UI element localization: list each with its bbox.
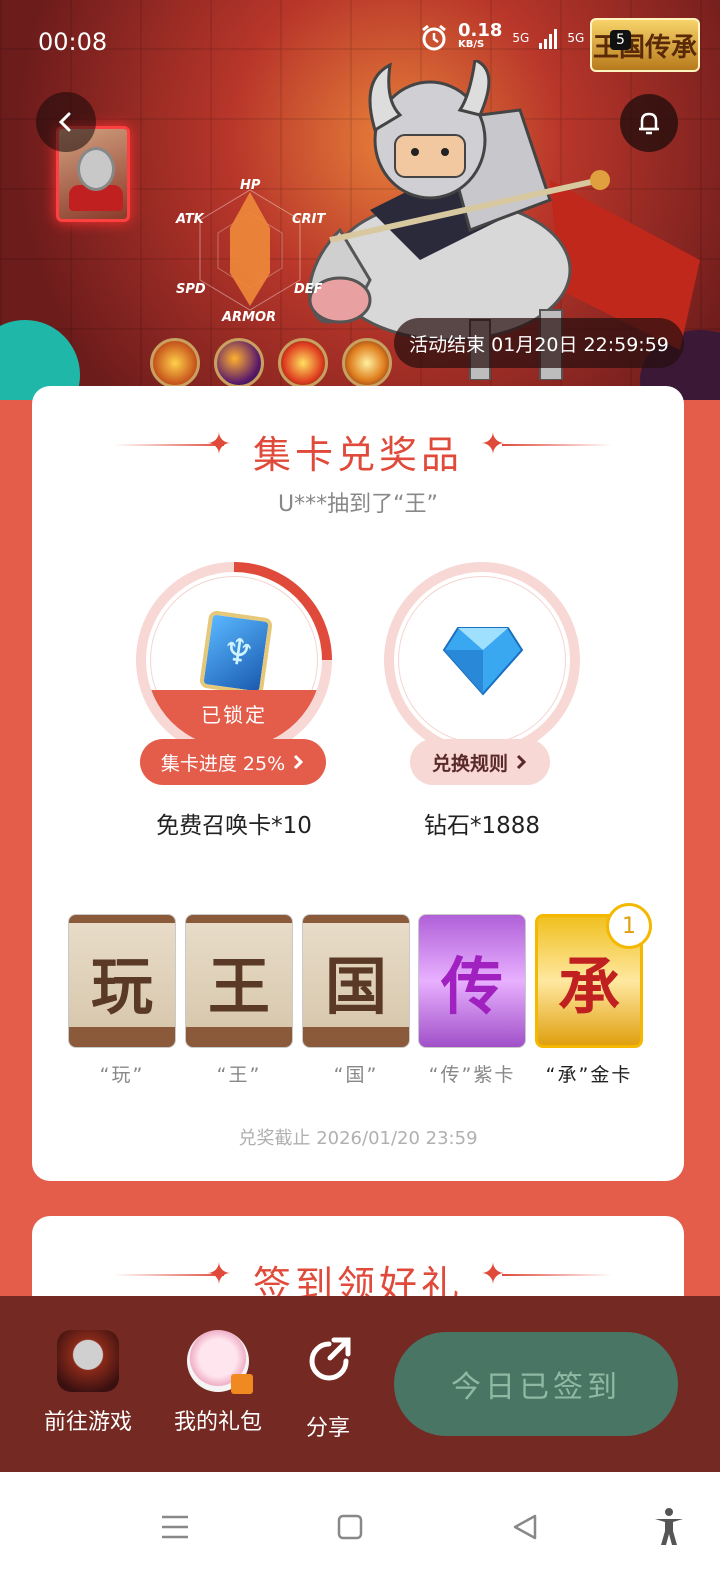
hero-banner: HP CRIT DEF ARMOR SPD ATK 活动结束 01月20日 22… xyxy=(0,0,720,400)
accessibility-button[interactable] xyxy=(644,1502,694,1552)
chevron-right-icon xyxy=(294,754,304,770)
signal-1-icon xyxy=(539,27,558,49)
go-to-game-button[interactable]: 前往游戏 xyxy=(36,1330,140,1436)
skill-flame-icon[interactable] xyxy=(342,338,392,388)
letter-card-guo[interactable]: 国 xyxy=(302,914,410,1048)
letter-card-wan[interactable]: 玩 xyxy=(68,914,176,1048)
game-app-icon xyxy=(57,1330,119,1392)
triangle-back-icon xyxy=(513,1514,537,1540)
redeem-deadline: 兑奖截止 2026/01/20 23:59 xyxy=(238,1128,478,1149)
status-icons: 0.18 KB/S 5G 5G xyxy=(420,22,613,52)
game-logo-text: 王国传承 xyxy=(592,32,697,63)
menu-button[interactable] xyxy=(150,1502,200,1552)
gift-avatar-icon xyxy=(187,1330,253,1394)
home-button[interactable] xyxy=(325,1502,375,1552)
letter-card-char: 国 xyxy=(324,950,387,1023)
exchange-rules-label: 兑换规则 xyxy=(431,752,508,775)
stat-crit-label: CRIT xyxy=(292,212,326,227)
skill-burst-icon[interactable] xyxy=(278,338,328,388)
event-end-countdown: 活动结束 01月20日 22:59:59 xyxy=(394,318,684,368)
letter-label-guo: “国” xyxy=(333,1064,379,1086)
signal-2-label: 5G xyxy=(567,31,585,45)
stat-def-label: DEF xyxy=(294,282,323,297)
stat-armor-label: ARMOR xyxy=(222,310,277,325)
my-gifts-button[interactable]: 我的礼包 xyxy=(166,1330,270,1436)
stat-atk-label: ATK xyxy=(176,212,204,227)
go-to-game-label: 前往游戏 xyxy=(43,1410,132,1435)
letter-card-char: 玩 xyxy=(90,950,153,1023)
skill-moon-icon[interactable] xyxy=(214,338,264,388)
collect-progress-label: 集卡进度 25% xyxy=(160,752,286,775)
signal-1-label: 5G xyxy=(512,31,530,45)
prize-1-name: 免费召唤卡*10 xyxy=(156,813,312,839)
letter-label-chuan: “传”紫卡 xyxy=(428,1064,516,1086)
notification-button[interactable] xyxy=(620,94,678,152)
diamond-prize-ring[interactable] xyxy=(384,562,580,758)
letter-card-chuan[interactable]: 传 xyxy=(418,914,526,1048)
title-deco-right xyxy=(502,1274,612,1276)
app-screen: HP CRIT DEF ARMOR SPD ATK 活动结束 01月20日 22… xyxy=(0,0,720,1584)
prize-2-name: 钻石*1888 xyxy=(423,813,541,839)
card-collect-panel: ✦ 集卡兑奖品 ✦ U***抽到了“王” ♆ 已锁定 集卡进度 25% 免费召唤… xyxy=(32,386,684,1181)
summon-card-icon: ♆ xyxy=(198,609,274,697)
title-deco-right xyxy=(502,444,612,446)
portrait-face xyxy=(77,147,115,191)
skill-fire-icon[interactable] xyxy=(150,338,200,388)
back-nav-button[interactable] xyxy=(500,1502,550,1552)
signed-in-today-button[interactable]: 今日已签到 xyxy=(394,1332,678,1436)
status-time: 00:08 xyxy=(38,28,108,56)
stat-hp-label: HP xyxy=(240,178,261,193)
letter-card-char: 承 xyxy=(557,950,620,1023)
chevron-right-icon xyxy=(516,754,527,770)
share-button[interactable]: 分享 xyxy=(298,1330,358,1442)
chevron-left-icon xyxy=(58,112,71,132)
my-gifts-label: 我的礼包 xyxy=(173,1410,262,1435)
card-collect-title: 集卡兑奖品 xyxy=(252,433,463,477)
collect-progress-ring[interactable]: ♆ 已锁定 xyxy=(136,562,332,758)
letter-card-char: 王 xyxy=(207,950,270,1023)
prize-1-inner: ♆ 已锁定 xyxy=(146,572,322,748)
collect-progress-button[interactable]: 集卡进度 25% xyxy=(140,739,326,785)
letter-label-wan: “玩” xyxy=(99,1064,145,1086)
net-speed: 0.18 KB/S xyxy=(458,22,502,52)
back-button[interactable] xyxy=(36,92,96,152)
stat-spd-label: SPD xyxy=(176,282,206,297)
letter-label-cheng: “承”金卡 xyxy=(545,1064,633,1086)
card-count-badge: 1 xyxy=(606,903,652,949)
diamond-icon xyxy=(442,627,524,696)
alarm-icon xyxy=(422,24,446,51)
stats-radar-chart: HP CRIT DEF ARMOR SPD ATK xyxy=(170,178,330,328)
letter-card-char: 传 xyxy=(440,950,503,1023)
share-label: 分享 xyxy=(305,1416,350,1441)
prize-2-inner xyxy=(394,572,570,748)
draw-ticker: U***抽到了“王” xyxy=(278,492,438,517)
bottom-action-bar: 前往游戏 我的礼包 分享 今日已签到 xyxy=(0,1296,720,1472)
letter-label-wang: “王” xyxy=(216,1064,262,1086)
accessibility-icon xyxy=(655,1508,683,1545)
square-icon xyxy=(337,1514,363,1540)
letter-card-wang[interactable]: 王 xyxy=(185,914,293,1048)
status-bar: 00:08 0.18 KB/S 5G 5G 王国传承 5 xyxy=(0,0,720,80)
radar-svg xyxy=(199,189,301,311)
skill-icons-row xyxy=(150,338,392,388)
system-nav-bar xyxy=(0,1472,720,1584)
exchange-rules-button[interactable]: 兑换规则 xyxy=(410,739,550,785)
game-logo: 王国传承 xyxy=(590,18,700,72)
share-icon xyxy=(309,1337,351,1381)
battery-indicator: 5 xyxy=(610,30,631,50)
menu-icon xyxy=(162,1515,188,1539)
bell-icon xyxy=(639,112,659,135)
